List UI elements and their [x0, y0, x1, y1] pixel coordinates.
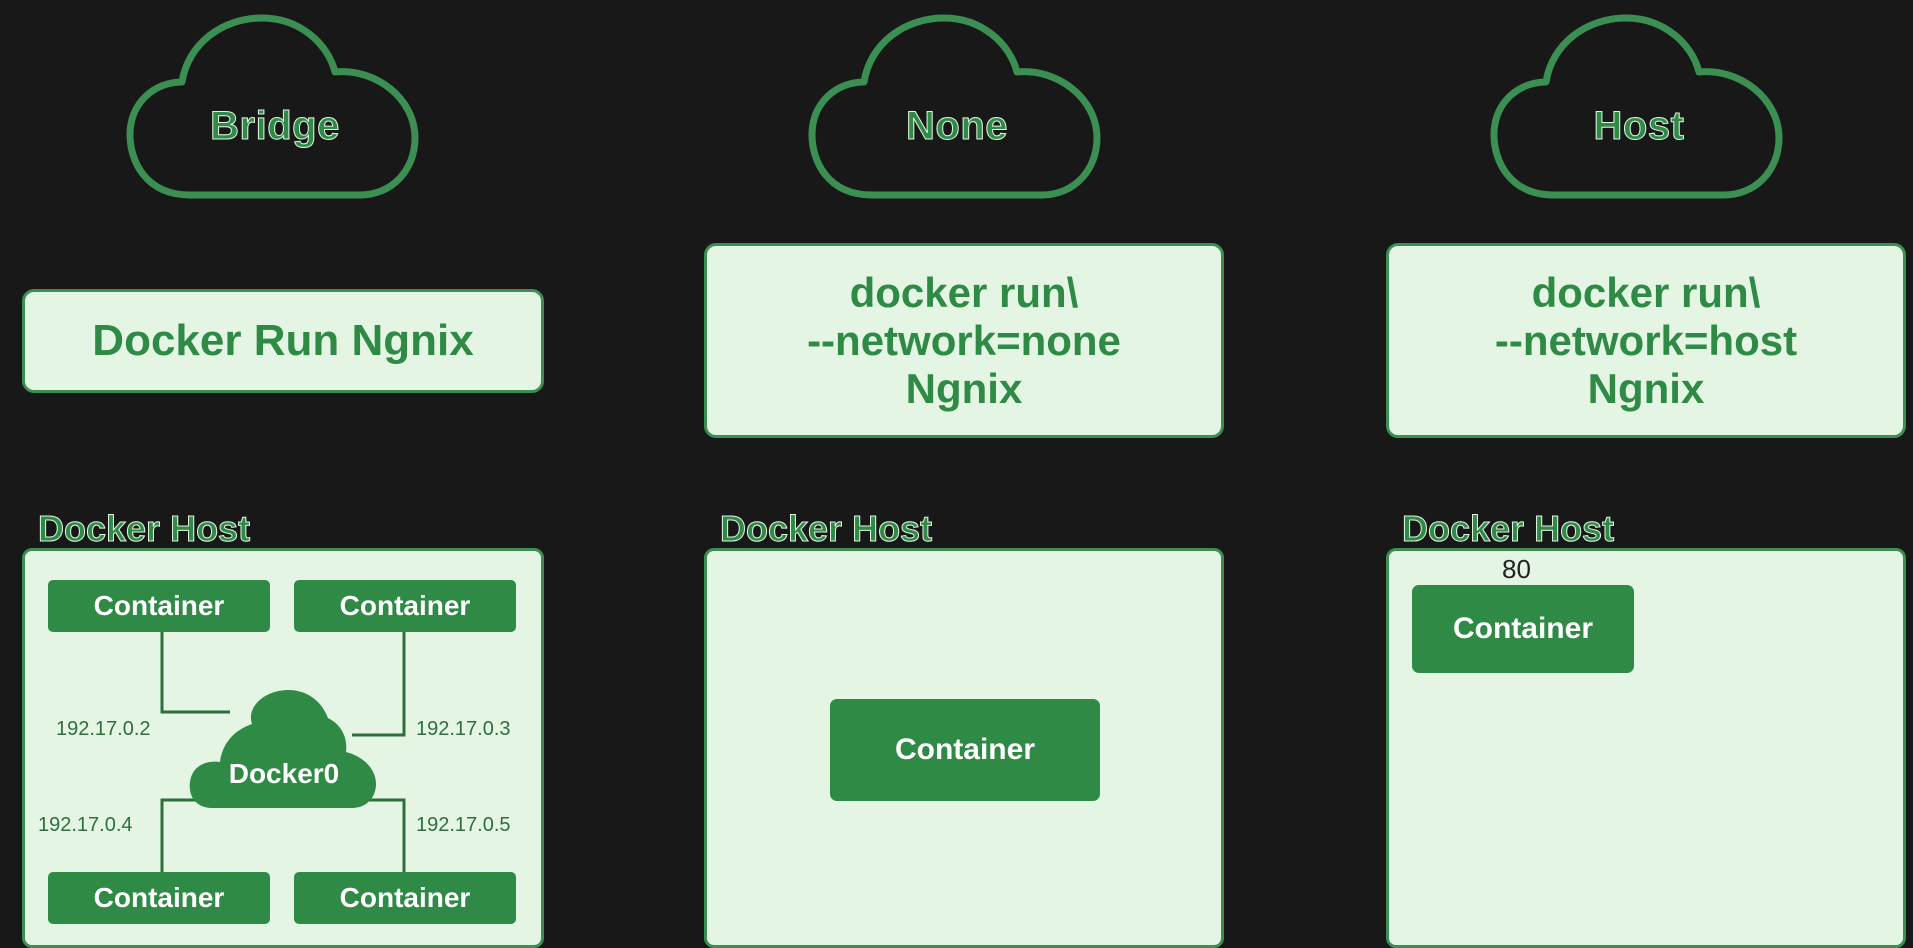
bridge-container-2: Container: [294, 580, 516, 632]
bridge-container-4: Container: [294, 872, 516, 924]
docker0-cloud-icon: [189, 690, 376, 808]
bridge-container-3: Container: [48, 872, 270, 924]
ip-address-1: 192.17.0.2: [56, 718, 151, 740]
ip-address-4: 192.17.0.5: [416, 814, 511, 836]
port-label: 80: [1502, 554, 1531, 584]
bridge-container-1: Container: [48, 580, 270, 632]
ip-address-2: 192.17.0.3: [416, 718, 511, 740]
host-container: Container: [1412, 585, 1634, 673]
none-container: Container: [830, 699, 1100, 801]
ip-address-3: 192.17.0.4: [38, 814, 133, 836]
docker0-label: Docker0: [228, 758, 340, 789]
